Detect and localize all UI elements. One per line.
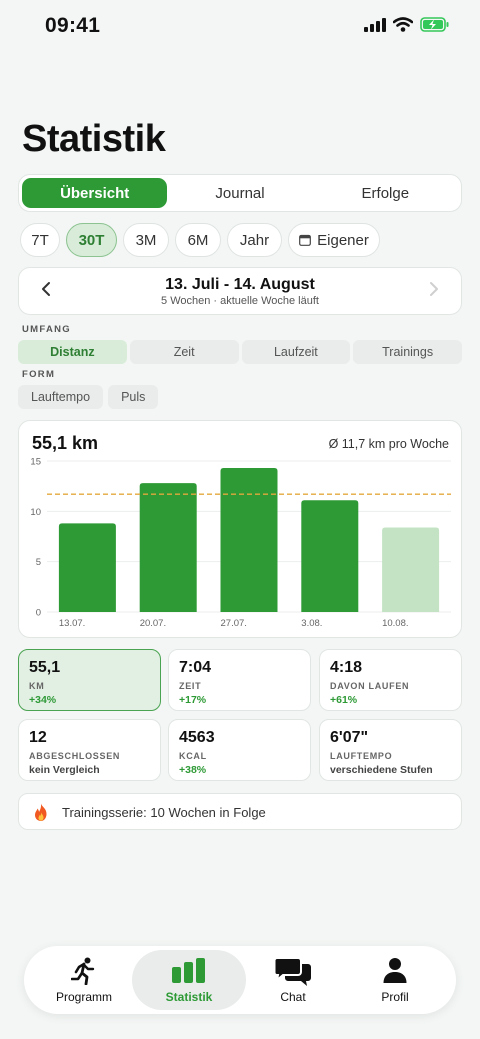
bottom-tab-bar: Programm Statistik Chat Profil <box>24 946 456 1014</box>
chip-eigener[interactable]: Eigener <box>288 223 380 257</box>
status-bar: 09:41 <box>0 0 480 54</box>
status-time: 09:41 <box>45 14 101 37</box>
status-icons <box>364 17 450 32</box>
x-tick-label: 20.07. <box>140 618 166 629</box>
stat-label: KCAL <box>179 751 207 761</box>
y-tick-label: 15 <box>30 457 41 468</box>
stat-label: KM <box>29 681 45 691</box>
stat-change: verschiedene Stufen <box>330 764 433 776</box>
tab-puls[interactable]: Puls <box>108 385 159 409</box>
tab-chat[interactable]: Chat <box>238 946 348 1014</box>
period-range: 13. Juli - 14. August <box>165 276 315 293</box>
distance-chart-card: 55,1 km Ø 11,7 km pro Woche 0 5 10 15 13.07.… <box>18 420 462 638</box>
stat-value: 12 <box>29 729 47 746</box>
stat-value: 4563 <box>179 729 215 746</box>
stat-change: +61% <box>330 694 358 706</box>
segment-erfolge[interactable]: Erfolge <box>313 178 458 208</box>
period-subtitle: 5 Wochen · aktuelle Woche läuft <box>161 295 319 307</box>
segment-uebersicht[interactable]: Übersicht <box>22 178 168 208</box>
chip-eigener-label: Eigener <box>317 231 369 249</box>
x-tick-label: 13.07. <box>59 618 85 629</box>
stat-value: 55,1 <box>29 659 61 676</box>
person-icon <box>383 958 407 983</box>
bar <box>139 483 197 612</box>
stat-change: +34% <box>29 694 57 706</box>
battery-charging-icon <box>420 17 449 32</box>
tab-profil[interactable]: Profil <box>340 946 450 1014</box>
stat-label: ABGESCHLOSSEN <box>29 751 121 761</box>
form-tabs: Lauftempo Puls <box>18 385 159 409</box>
stat-tile-km[interactable]: 55,1 KM +34% <box>18 649 161 711</box>
chart-average-label: Ø 11,7 km pro Woche <box>328 437 449 451</box>
wifi-icon <box>393 17 413 32</box>
stat-value: 7:04 <box>179 659 212 676</box>
stat-label: ZEIT <box>179 681 202 691</box>
umfang-tabs: Distanz Zeit Laufzeit Trainings <box>18 340 462 364</box>
chip-6m[interactable]: 6M <box>175 223 221 257</box>
chip-3m[interactable]: 3M <box>123 223 169 257</box>
chat-icon <box>274 957 311 986</box>
bar <box>220 468 278 612</box>
runner-icon <box>71 957 95 985</box>
chevron-right-icon[interactable] <box>429 280 439 303</box>
training-streak-banner[interactable]: Trainingsserie: 10 Wochen in Folge <box>18 793 462 830</box>
x-tick-label: 3.08. <box>301 618 322 629</box>
stat-change: kein Vergleich <box>29 764 100 776</box>
bar <box>58 523 116 612</box>
tab-zeit[interactable]: Zeit <box>129 340 239 364</box>
x-tick-label: 10.08. <box>382 618 408 629</box>
streak-text: Trainingsserie: 10 Wochen in Folge <box>62 805 266 820</box>
stat-tile-zeit[interactable]: 7:04 ZEIT +17% <box>168 649 311 711</box>
stat-value: 6'07" <box>330 729 369 746</box>
stat-change: +17% <box>179 694 207 706</box>
tab-trainings[interactable]: Trainings <box>353 340 462 364</box>
y-tick-label: 10 <box>30 507 41 518</box>
chip-7t[interactable]: 7T <box>20 223 60 257</box>
range-chips: 7T 30T 3M 6M Jahr Eigener <box>20 223 380 257</box>
period-navigator: 13. Juli - 14. August 5 Wochen · aktuell… <box>18 267 462 315</box>
tab-distanz[interactable]: Distanz <box>18 340 127 364</box>
tab-label: Profil <box>381 990 409 1004</box>
fire-icon <box>32 803 50 827</box>
view-segmented-control: Übersicht Journal Erfolge <box>18 174 462 212</box>
cellular-signal-icon <box>364 17 386 32</box>
y-tick-label: 5 <box>36 557 41 568</box>
stat-value: 4:18 <box>330 659 363 676</box>
chip-30t[interactable]: 30T <box>66 223 117 257</box>
tab-programm[interactable]: Programm <box>29 946 139 1014</box>
weekly-distance-chart: 0 5 10 15 13.07. 20.07. 27.07. 3.08. 10.08. <box>30 457 451 629</box>
bar <box>382 527 440 612</box>
tab-label: Programm <box>55 990 112 1004</box>
tab-statistik[interactable]: Statistik <box>132 946 246 1014</box>
segment-journal[interactable]: Journal <box>167 178 312 208</box>
page-title: Statistik <box>22 118 166 160</box>
stat-label: DAVON LAUFEN <box>330 681 410 691</box>
calendar-icon <box>299 234 312 246</box>
stat-change: +38% <box>179 764 207 776</box>
umfang-label: UMFANG <box>22 324 71 335</box>
stat-tile-kcal[interactable]: 4563 KCAL +38% <box>168 719 311 781</box>
tab-label: Statistik <box>165 990 213 1004</box>
form-label: FORM <box>22 369 56 380</box>
stat-tile-abgeschlossen[interactable]: 12 ABGESCHLOSSEN kein Vergleich <box>18 719 161 781</box>
bar-chart-icon <box>172 958 205 983</box>
bar <box>301 500 359 612</box>
stat-label: LAUFTEMPO <box>330 751 393 761</box>
chip-jahr[interactable]: Jahr <box>227 223 282 257</box>
y-tick-label: 0 <box>36 608 41 619</box>
x-tick-label: 27.07. <box>221 618 247 629</box>
tab-lauftempo[interactable]: Lauftempo <box>18 385 104 409</box>
stat-tile-davon-laufen[interactable]: 4:18 DAVON LAUFEN +61% <box>319 649 462 711</box>
tab-laufzeit[interactable]: Laufzeit <box>241 340 351 364</box>
tab-label: Chat <box>280 990 306 1004</box>
stat-tile-lauftempo[interactable]: 6'07" LAUFTEMPO verschiedene Stufen <box>319 719 462 781</box>
